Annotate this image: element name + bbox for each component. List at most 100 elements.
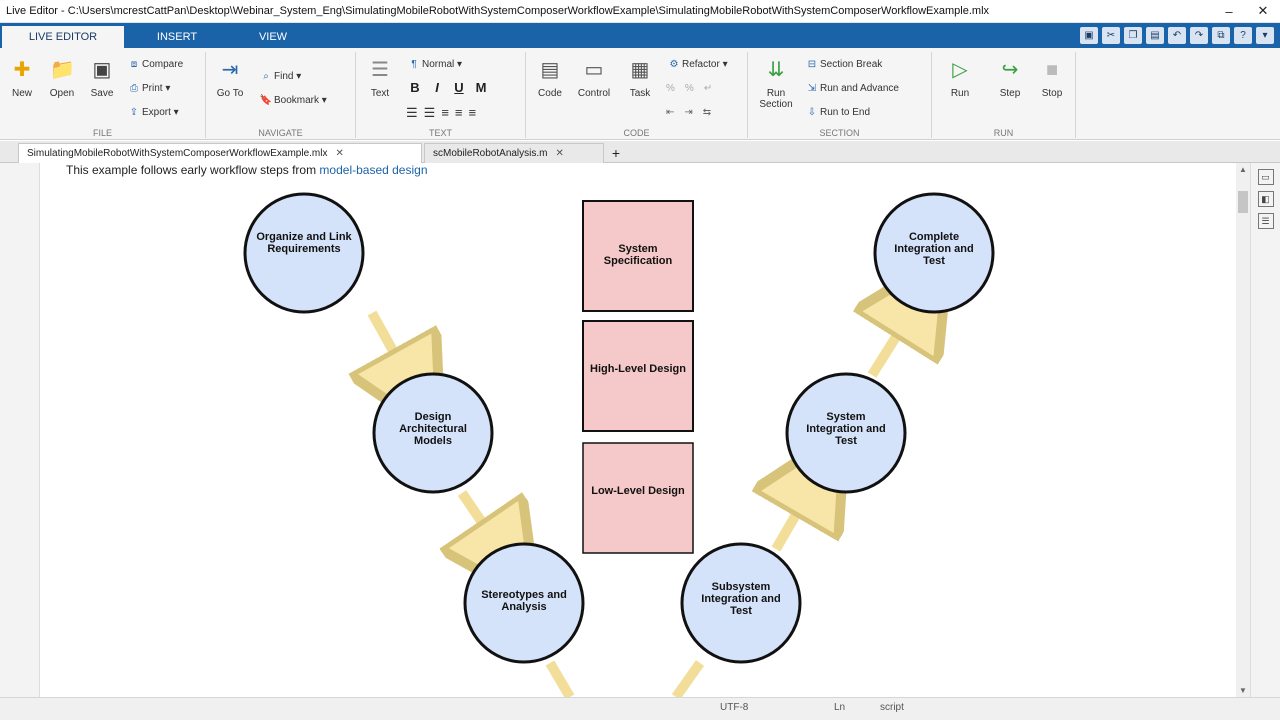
box-label: High-Level Design bbox=[590, 363, 686, 375]
wrap-icon[interactable]: ↵ bbox=[704, 83, 722, 94]
new-label: New bbox=[11, 88, 32, 99]
numbered-list-icon[interactable]: ☰ bbox=[424, 105, 442, 120]
bold-button[interactable]: B bbox=[406, 80, 424, 95]
goto-button[interactable]: ⇥ Go To bbox=[212, 54, 248, 99]
ribbon-tab-strip: LIVE EDITOR INSERT VIEW ▣ ✂ ❐ ▤ ↶ ↷ ⧉ ? … bbox=[0, 23, 1280, 48]
cut-icon[interactable]: ✂ bbox=[1102, 27, 1120, 44]
options-icon[interactable]: ▾ bbox=[1256, 27, 1274, 44]
bookmark-button[interactable]: 🔖 Bookmark ▾ bbox=[258, 92, 327, 110]
switch-windows-icon[interactable]: ⧉ bbox=[1212, 27, 1230, 44]
scroll-up-icon[interactable]: ▲ bbox=[1236, 165, 1250, 174]
close-icon[interactable]: ✕ bbox=[335, 148, 343, 159]
arrow-icon bbox=[671, 660, 705, 697]
new-tab-button[interactable]: + bbox=[606, 143, 626, 163]
align-left-icon[interactable]: ≡ bbox=[441, 105, 455, 120]
run-and-advance-button[interactable]: ⇲ Run and Advance bbox=[804, 80, 899, 98]
ribbon: ✚ New 📁 Open ▣ Save ⧈ Compare ⎙ Print ▾ ⇪ E… bbox=[0, 48, 1280, 140]
export-button[interactable]: ⇪ Export ▾ bbox=[126, 104, 179, 122]
undo-icon[interactable]: ↶ bbox=[1168, 27, 1186, 44]
smart-indent-icon[interactable]: ⇥ bbox=[684, 107, 702, 118]
indent-buttons[interactable]: ⇤⇥⇆ bbox=[666, 104, 721, 122]
scroll-down-icon[interactable]: ▼ bbox=[1236, 686, 1250, 695]
circle-stereotypes: Stereotypes and Analysis bbox=[463, 542, 585, 664]
left-gutter bbox=[0, 163, 40, 697]
scrollbar-thumb[interactable] bbox=[1238, 191, 1248, 213]
doc-tab-main[interactable]: SimulatingMobileRobotWithSystemComposerW… bbox=[18, 143, 422, 163]
window-title: Live Editor - C:\Users\mcrestCattPan\Des… bbox=[6, 5, 990, 17]
redo-icon[interactable]: ↷ bbox=[1190, 27, 1208, 44]
output-inline-icon[interactable]: ▭ bbox=[1257, 169, 1274, 185]
bullet-list-icon[interactable]: ☰ bbox=[406, 105, 424, 120]
document-tabs: SimulatingMobileRobotWithSystemComposerW… bbox=[0, 141, 1280, 163]
align-center-icon[interactable]: ≡ bbox=[455, 105, 469, 120]
code-group-label: CODE bbox=[623, 128, 650, 138]
vertical-scrollbar[interactable]: ▲ ▼ bbox=[1236, 163, 1250, 697]
open-label: Open bbox=[49, 88, 75, 99]
code-icon: ▤ bbox=[540, 59, 560, 81]
control-button[interactable]: ▭ Control bbox=[574, 54, 614, 99]
quick-access-toolbar: ▣ ✂ ❐ ▤ ↶ ↷ ⧉ ? ▾ bbox=[1080, 27, 1274, 44]
circle-organize: Organize and Link Requirements bbox=[243, 192, 365, 314]
refactor-button[interactable]: ⚙ Refactor ▾ bbox=[666, 56, 728, 74]
arrow-icon bbox=[462, 490, 492, 537]
doc-tab-analysis[interactable]: scMobileRobotAnalysis.m ✕ bbox=[424, 143, 604, 163]
style-value: Normal bbox=[422, 59, 455, 70]
minimize-button[interactable]: – bbox=[1212, 4, 1246, 19]
arrow-icon bbox=[545, 660, 575, 697]
uncomment-icon[interactable]: % bbox=[685, 83, 704, 94]
tab-live-editor[interactable]: LIVE EDITOR bbox=[2, 26, 124, 48]
close-icon[interactable]: ✕ bbox=[556, 148, 564, 159]
step-button[interactable]: ↪ Step bbox=[992, 54, 1028, 99]
tab-insert[interactable]: INSERT bbox=[124, 26, 230, 48]
outdent-icon[interactable]: ⇆ bbox=[703, 107, 721, 118]
underline-button[interactable]: U bbox=[450, 80, 468, 95]
new-button[interactable]: ✚ New bbox=[4, 54, 40, 99]
copy-icon[interactable]: ❐ bbox=[1124, 27, 1142, 44]
circle-label: Organize and Link Requirements bbox=[256, 231, 352, 255]
code-button[interactable]: ▤ Code bbox=[532, 54, 568, 99]
code-group: ▤ Code ▭ Control ▦ Task ⚙ Refactor ▾ %%↵ … bbox=[526, 52, 748, 138]
live-editor-content: This example follows early workflow step… bbox=[40, 163, 1236, 697]
run-section-button[interactable]: ⇊ Run Section bbox=[754, 54, 798, 110]
find-button[interactable]: ⌕ Find ▾ bbox=[258, 68, 301, 86]
compare-button[interactable]: ⧈ Compare bbox=[126, 56, 183, 74]
run-button[interactable]: ▷ Run bbox=[942, 54, 978, 99]
stop-button[interactable]: ■ Stop bbox=[1034, 54, 1070, 99]
task-icon: ▦ bbox=[630, 59, 650, 81]
comment-buttons[interactable]: %%↵ bbox=[666, 80, 722, 98]
list-align-buttons[interactable]: ☰☰≡≡≡ bbox=[406, 104, 482, 122]
indent-icon[interactable]: ⇤ bbox=[666, 107, 684, 118]
task-button[interactable]: ▦ Task bbox=[622, 54, 658, 99]
refactor-label: Refactor bbox=[682, 59, 720, 70]
tab-view[interactable]: VIEW bbox=[230, 26, 316, 48]
output-right-icon[interactable]: ◧ bbox=[1257, 191, 1274, 207]
file-group-label: FILE bbox=[92, 128, 112, 138]
style-dropdown[interactable]: ¶ Normal ▾ bbox=[406, 56, 462, 74]
stop-label: Stop bbox=[1041, 88, 1063, 99]
box-label: System Specification bbox=[603, 243, 673, 267]
monospace-button[interactable]: M bbox=[472, 80, 490, 95]
circle-system-integration: System Integration and Test bbox=[785, 372, 907, 494]
export-icon: ⇪ bbox=[129, 107, 139, 118]
close-button[interactable]: ✕ bbox=[1246, 3, 1280, 19]
box-high-level-design: High-Level Design bbox=[582, 320, 694, 432]
line-status: Ln bbox=[834, 702, 846, 713]
arrow-icon bbox=[776, 499, 805, 552]
align-right-icon[interactable]: ≡ bbox=[469, 105, 483, 120]
help-icon[interactable]: ? bbox=[1234, 27, 1252, 44]
goto-icon: ⇥ bbox=[221, 59, 239, 81]
italic-button[interactable]: I bbox=[428, 80, 446, 95]
save-button[interactable]: ▣ Save bbox=[84, 54, 120, 99]
text-button[interactable]: ☰ Text bbox=[362, 54, 398, 99]
run-to-end-button[interactable]: ⇩ Run to End bbox=[804, 104, 870, 122]
circle-label: Stereotypes and Analysis bbox=[481, 589, 567, 613]
task-label: Task bbox=[629, 88, 651, 99]
paste-icon[interactable]: ▤ bbox=[1146, 27, 1164, 44]
save-icon[interactable]: ▣ bbox=[1080, 27, 1098, 44]
open-button[interactable]: 📁 Open bbox=[44, 54, 80, 99]
print-button[interactable]: ⎙ Print ▾ bbox=[126, 80, 170, 98]
comment-icon[interactable]: % bbox=[666, 83, 685, 94]
hide-code-icon[interactable]: ☰ bbox=[1257, 213, 1274, 229]
circle-label: Complete Integration and Test bbox=[894, 231, 974, 267]
section-break-button[interactable]: ⊟ Section Break bbox=[804, 56, 882, 74]
